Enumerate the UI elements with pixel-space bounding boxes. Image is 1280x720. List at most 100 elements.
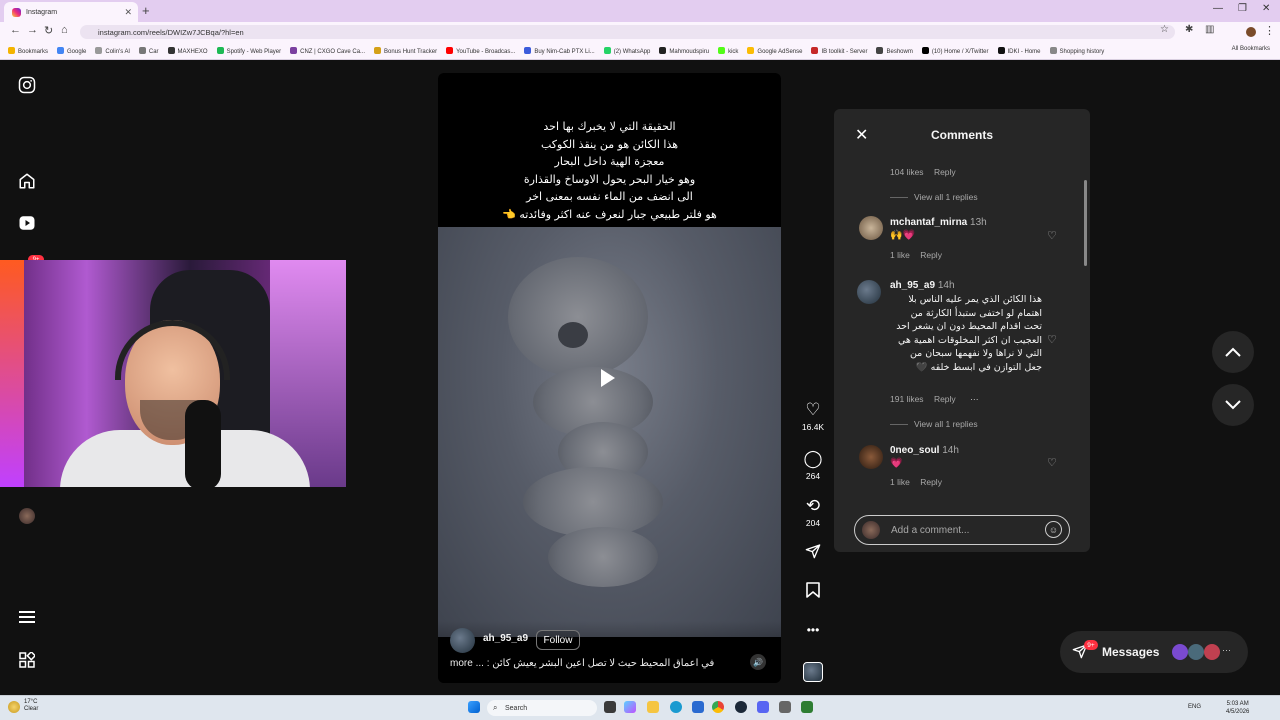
comment-username[interactable]: mchantaf_mirna 13h — [890, 217, 987, 228]
comment-avatar[interactable] — [857, 280, 881, 304]
bookmark-item[interactable]: YouTube - Broadcas... — [446, 46, 515, 55]
bookmark-item[interactable]: (10) Home / X/Twitter — [921, 46, 989, 55]
play-icon[interactable] — [601, 369, 615, 387]
weather-text: Clear — [24, 706, 39, 712]
comment-like-icon[interactable]: ♡ — [1047, 229, 1057, 242]
forward-icon[interactable]: → — [27, 24, 38, 36]
browser-menu-icon[interactable]: ⋮ — [1264, 24, 1275, 37]
add-comment-input[interactable]: Add a comment... — [854, 515, 1070, 545]
more-link[interactable]: more — [450, 658, 473, 669]
reel-author-avatar[interactable] — [450, 628, 475, 653]
comment-username[interactable]: 0neo_soul 14h — [890, 445, 959, 456]
profile-nav-avatar[interactable] — [19, 508, 35, 524]
comment-username[interactable]: ah_95_a9 14h — [890, 280, 955, 291]
reel-author-name[interactable]: ah_95_a9 — [483, 633, 528, 644]
bookmark-item[interactable]: Bookmarks — [8, 46, 48, 55]
next-reel-button[interactable] — [1212, 384, 1254, 426]
back-icon[interactable]: ← — [10, 24, 21, 36]
comments-scrollbar[interactable] — [1084, 180, 1087, 266]
bookmark-item[interactable]: Google AdSense — [747, 46, 802, 55]
previous-reel-button[interactable] — [1212, 331, 1254, 373]
save-button[interactable] — [798, 582, 828, 603]
reply-link[interactable]: Reply — [934, 167, 956, 177]
copilot-icon[interactable] — [624, 701, 636, 713]
comment-options-icon[interactable]: ··· — [970, 394, 979, 404]
bookmark-item[interactable]: Mahmoudspiru — [659, 46, 709, 55]
bookmark-item[interactable]: Shopping history — [1049, 46, 1104, 55]
share-button[interactable] — [798, 543, 828, 564]
search-icon: ⌕ — [493, 703, 498, 712]
home-icon[interactable]: ⌂ — [61, 24, 68, 36]
app-icon[interactable] — [801, 701, 813, 713]
file-explorer-icon[interactable] — [647, 701, 659, 713]
comment-like-icon[interactable]: ♡ — [1047, 333, 1057, 346]
bookmark-item[interactable]: CNZ | CXGO Cave Ca... — [290, 46, 365, 55]
reply-link[interactable]: Reply — [920, 250, 942, 260]
taskbar-clock[interactable]: 5:03 AM 4/5/2026 — [1226, 700, 1249, 716]
settings-icon[interactable] — [779, 701, 791, 713]
bookmark-item[interactable]: Buy Nim-Cab PTX Li... — [524, 46, 595, 55]
view-replies-link[interactable]: View all 1 replies — [890, 419, 978, 429]
view-replies-link[interactable]: View all 1 replies — [890, 192, 978, 202]
weather-widget[interactable]: 17°C Clear — [24, 699, 38, 713]
reel-video-player[interactable]: الحقيقة التي لا يخبرك بها احد هذا الكائن… — [438, 73, 781, 683]
bookmarks-bar: Bookmarks Google Colin's Al Car MAXHEXO Spoti… — [0, 42, 1280, 60]
close-window-icon[interactable]: ✕ — [1262, 3, 1270, 14]
bookmark-item[interactable]: Spotify - Web Player — [216, 46, 281, 55]
comment-button[interactable]: ◯ 264 — [798, 449, 828, 481]
home-nav-icon[interactable] — [12, 172, 42, 195]
taskview-icon[interactable] — [604, 701, 616, 713]
mute-icon[interactable]: 🔊 — [750, 654, 766, 670]
reel-caption[interactable]: more في اعماق المحيط حيث لا تصل اعين الب… — [450, 658, 720, 669]
start-icon[interactable] — [468, 701, 480, 713]
maximize-icon[interactable]: ❐ — [1238, 3, 1247, 14]
bookmark-item[interactable]: (2) WhatsApp — [603, 46, 650, 55]
address-bar[interactable]: instagram.com/reels/DWIZw7JCBqa/?hl=en — [80, 25, 1175, 39]
bookmark-item[interactable]: IDKI - Home — [997, 46, 1041, 55]
minimize-icon[interactable]: — — [1213, 3, 1223, 14]
reels-nav-icon[interactable] — [12, 214, 42, 237]
bookmark-item[interactable]: Bonus Hunt Tracker — [374, 46, 437, 55]
like-button[interactable]: ♡ 16.4K — [798, 400, 828, 432]
discord-icon[interactable] — [757, 701, 769, 713]
comment-avatar[interactable] — [859, 445, 883, 469]
tab-close-icon[interactable]: ✕ — [124, 7, 132, 18]
extensions-icon[interactable]: ✱ — [1185, 24, 1193, 35]
reply-link[interactable]: Reply — [920, 477, 942, 487]
follow-button[interactable]: Follow — [536, 630, 580, 650]
comment-text: 🙌💗 — [890, 230, 915, 241]
comment-like-icon[interactable]: ♡ — [1047, 456, 1057, 469]
bookmark-star-icon[interactable]: ☆ — [1160, 24, 1169, 35]
language-indicator[interactable]: ENG — [1188, 704, 1201, 710]
steam-icon[interactable] — [735, 701, 747, 713]
reload-icon[interactable]: ↻ — [44, 24, 53, 37]
more-menu-icon[interactable] — [12, 608, 42, 629]
instagram-logo-icon[interactable] — [12, 76, 42, 99]
reply-link[interactable]: Reply — [934, 394, 956, 404]
audio-thumbnail[interactable] — [803, 662, 823, 682]
bookmark-item[interactable]: Beshowm — [876, 46, 913, 55]
taskbar-search[interactable]: Search — [487, 700, 597, 716]
bookmark-label: Beshowm — [886, 48, 913, 55]
bookmark-item[interactable]: Colin's Al — [95, 46, 130, 55]
overlay-line: وهو خيار البحر يحول الاوساخ والقذارة — [523, 172, 696, 186]
bookmark-item[interactable]: IB toolkit - Server — [811, 46, 867, 55]
all-bookmarks-button[interactable]: All Bookmarks — [1232, 46, 1270, 52]
repost-button[interactable]: ⟲ 204 — [798, 496, 828, 528]
emoji-icon[interactable]: ☺ — [1045, 521, 1062, 538]
new-tab-button[interactable]: + — [142, 3, 150, 18]
store-icon[interactable] — [692, 701, 704, 713]
sidepanel-icon[interactable]: ▥ — [1205, 24, 1214, 35]
bookmark-item[interactable]: kick — [718, 46, 738, 55]
profile-avatar[interactable] — [1246, 27, 1256, 37]
weather-icon[interactable] — [8, 701, 20, 713]
also-from-meta-icon[interactable] — [12, 650, 42, 673]
comment-avatar[interactable] — [859, 216, 883, 240]
bookmark-item[interactable]: Car — [138, 46, 159, 55]
more-options-icon[interactable]: ••• — [798, 620, 828, 640]
edge-icon[interactable] — [670, 701, 682, 713]
bookmark-item[interactable]: MAXHEXO — [167, 46, 208, 55]
chrome-icon[interactable] — [712, 701, 724, 713]
browser-tab-instagram[interactable]: Instagram ✕ — [4, 2, 138, 22]
bookmark-item[interactable]: Google — [57, 46, 86, 55]
